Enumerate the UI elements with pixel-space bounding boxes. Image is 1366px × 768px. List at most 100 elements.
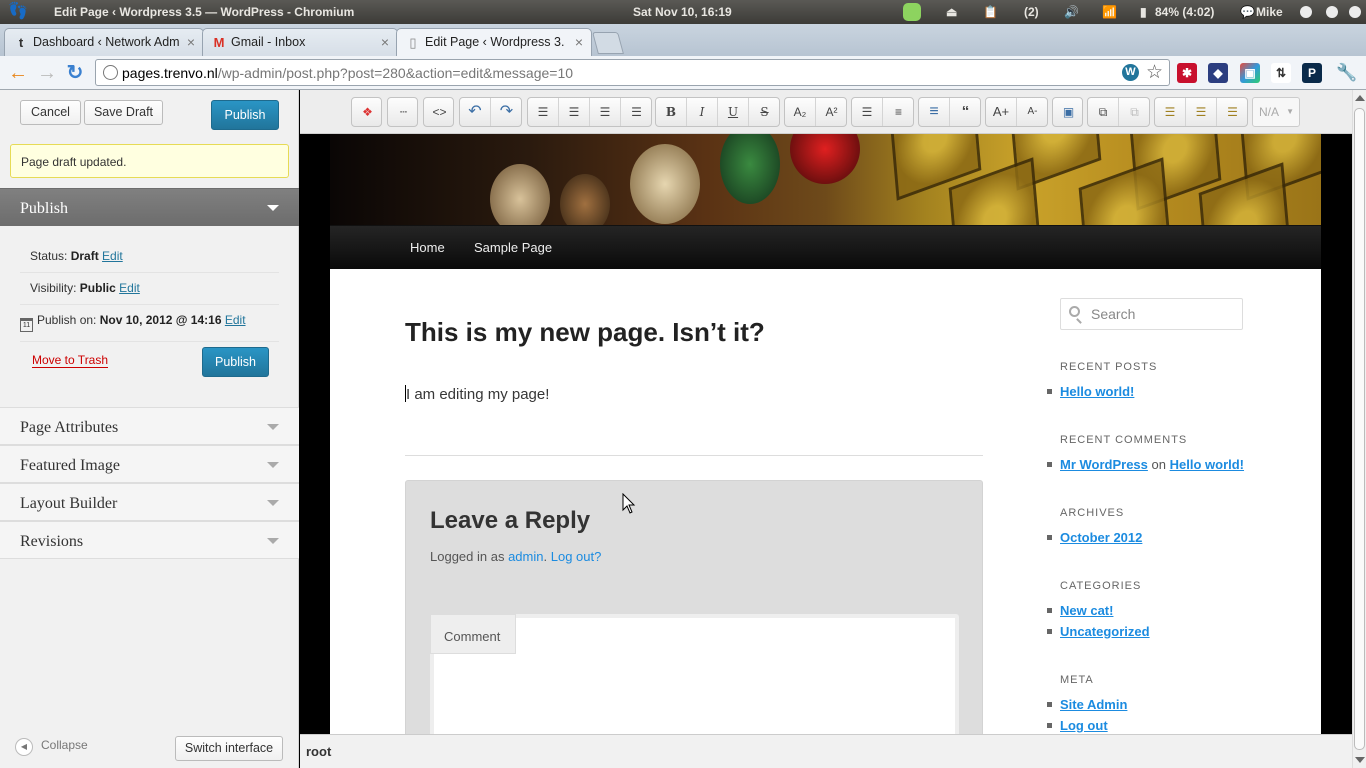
color-extension-icon[interactable]: ▣ [1240,63,1260,83]
maximize-icon[interactable] [1326,6,1338,18]
gnome-foot-icon[interactable]: 👣 [8,3,28,21]
clipboard-icon[interactable]: 📋 [983,4,998,20]
page-title[interactable]: This is my new page. Isn’t it? [405,317,765,348]
superscript-icon[interactable]: A² [816,98,847,126]
increase-font-icon[interactable]: A+ [986,98,1017,126]
bold-icon[interactable]: B [656,98,687,126]
blockquote-icon[interactable]: “ [950,98,981,126]
scroll-thumb[interactable] [1354,108,1365,750]
volume-icon[interactable]: 🔊 [1064,4,1079,20]
layout-builder-header[interactable]: Layout Builder [0,483,299,521]
speech-bubble-icon[interactable]: 💬 [1240,4,1255,20]
publish-button-bottom[interactable]: Publish [202,347,269,377]
italic-icon[interactable]: I [687,98,718,126]
forward-icon[interactable]: → [35,61,59,85]
move-to-trash-link[interactable]: Move to Trash [32,353,109,368]
format-select[interactable]: N/A ▼ [1252,97,1300,127]
menu-item-sample-page[interactable]: Sample Page [474,240,552,255]
comment-author-link[interactable]: Mr WordPress [1060,457,1148,472]
link-icon[interactable]: ⧉ [1088,98,1119,126]
search-input[interactable]: Search [1060,298,1243,330]
comment-textarea[interactable]: Comment [430,614,959,734]
unlink-icon[interactable]: ⧉ [1119,98,1150,126]
more-tag-icon[interactable]: ┄ [388,98,419,126]
collapse-menu[interactable]: ◀ Collapse [15,738,88,756]
tab-edit-page[interactable]: ▯ Edit Page ‹ Wordpress 3.5 × [396,28,592,56]
recent-post-link[interactable]: Hello world! [1046,384,1134,399]
back-icon[interactable]: ← [6,61,30,85]
lastpass-extension-icon[interactable]: ✱ [1177,63,1197,83]
wifi-icon[interactable]: 📶 [1102,4,1117,20]
url-text[interactable]: pages.trenvo.nl/wp-admin/post.php?post=2… [122,65,573,81]
numbered-list-icon[interactable]: ≡ [883,98,914,126]
chevron-down-icon[interactable] [267,538,279,544]
bookmark-star-icon[interactable]: ☆ [1146,61,1163,84]
element-path[interactable]: root [306,744,331,759]
scrollbar[interactable] [1352,90,1366,768]
publish-button-top[interactable]: Publish [211,100,279,130]
category-link[interactable]: New cat! [1046,603,1113,618]
download-extension-icon[interactable]: ⇅ [1271,63,1291,83]
battery-status[interactable]: 84% (4:02) [1155,4,1214,20]
menu-item-home[interactable]: Home [410,240,445,255]
scroll-up-icon[interactable] [1355,95,1365,101]
wrench-menu-icon[interactable]: 🔧 [1336,63,1357,83]
close-tab-icon[interactable]: × [381,34,389,50]
code-icon[interactable]: <> [424,98,455,126]
edit-status-link[interactable]: Edit [102,249,123,263]
strikethrough-icon[interactable]: S [749,98,780,126]
category-link[interactable]: Uncategorized [1047,624,1150,639]
mail-count[interactable]: (2) [1024,4,1039,20]
scroll-down-icon[interactable] [1355,757,1365,763]
reload-icon[interactable]: ↻ [63,61,87,85]
tab-gmail[interactable]: M Gmail - Inbox × [202,28,398,56]
new-tab-button[interactable] [592,32,624,54]
chevron-down-icon[interactable] [267,500,279,506]
cancel-button[interactable]: Cancel [20,100,81,125]
align-right-icon[interactable]: ☰ [621,98,652,126]
publish-box-header[interactable]: Publish [0,188,299,226]
edit-visibility-link[interactable]: Edit [119,281,140,295]
layout-left-icon[interactable]: ☰ [1155,98,1186,126]
underline-icon[interactable]: U [718,98,749,126]
archive-link[interactable]: October 2012 [1046,530,1142,545]
wordpress-icon[interactable]: W [1122,64,1139,81]
bullet-list-icon[interactable]: ☰ [852,98,883,126]
clock[interactable]: Sat Nov 10, 16:19 [633,5,732,19]
logout-link[interactable]: Log out? [551,549,602,564]
pin-icon[interactable]: ❖ [352,98,383,126]
align-justify-icon[interactable]: ☰ [590,98,621,126]
undo-icon[interactable]: ↶ [460,98,491,126]
meta-link[interactable]: Log out [1047,718,1108,733]
media-icon[interactable]: ▣ [1053,98,1084,126]
switch-interface-button[interactable]: Switch interface [175,736,283,761]
minimize-icon[interactable] [1300,6,1312,18]
save-draft-button[interactable]: Save Draft [84,100,163,125]
align-left-icon[interactable]: ☰ [528,98,559,126]
battery-icon[interactable]: ▮ [1140,4,1147,20]
horizontal-rule-icon[interactable]: ≡ [919,98,950,126]
page-body[interactable]: I am editing my page! [405,385,549,403]
align-center-icon[interactable]: ☰ [559,98,590,126]
close-window-icon[interactable] [1349,6,1361,18]
user-name[interactable]: Mike [1256,4,1283,20]
layout-center-icon[interactable]: ☰ [1186,98,1217,126]
page-attributes-header[interactable]: Page Attributes [0,407,299,445]
chat-status-icon[interactable] [903,3,921,21]
tab-dashboard[interactable]: t Dashboard ‹ Network Adm × [4,28,204,56]
close-tab-icon[interactable]: × [575,34,583,50]
layout-right-icon[interactable]: ☰ [1217,98,1248,126]
pocket-extension-icon[interactable]: P [1302,63,1322,83]
chevron-down-icon[interactable] [267,424,279,430]
admin-link[interactable]: admin [508,549,543,564]
close-tab-icon[interactable]: × [187,34,195,50]
address-bar[interactable]: pages.trenvo.nl/wp-admin/post.php?post=2… [95,59,1170,86]
subscript-icon[interactable]: A₂ [785,98,816,126]
chevron-down-icon[interactable] [267,462,279,468]
revisions-header[interactable]: Revisions [0,521,299,559]
collapse-arrow-icon[interactable] [267,205,279,211]
extension-icon[interactable]: ◆ [1208,63,1228,83]
meta-link[interactable]: Site Admin [1046,697,1127,712]
decrease-font-icon[interactable]: A- [1017,98,1048,126]
featured-image-header[interactable]: Featured Image [0,445,299,483]
